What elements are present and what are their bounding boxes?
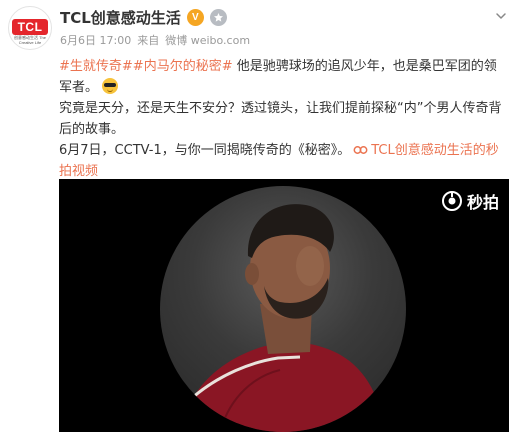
post-text-3: 6月7日，CCTV-1，与你一同揭晓传奇的《秘密》。 bbox=[59, 143, 351, 158]
verified-v-icon[interactable]: V bbox=[186, 8, 204, 26]
miaopai-brand: 秒拍 bbox=[441, 189, 499, 213]
post-source[interactable]: 微博 weibo.com bbox=[165, 32, 250, 48]
video-frame bbox=[160, 186, 406, 432]
avatar[interactable]: TCL 创意感动生活 The Creative Life bbox=[8, 6, 52, 50]
miaopai-brand-name: 秒拍 bbox=[466, 193, 499, 212]
post-line-2: 究竟是天分，还是天生不安分？透过镜头，让我们提前探秘“内”个男人传奇背后的故事。 bbox=[59, 101, 502, 137]
avatar-tagline: 创意感动生活 The Creative Life bbox=[13, 35, 46, 45]
post-time[interactable]: 6月6日 17:00 bbox=[60, 32, 131, 48]
chevron-down-icon[interactable] bbox=[495, 10, 507, 22]
player-portrait-image bbox=[180, 204, 386, 432]
weibo-post: TCL 创意感动生活 The Creative Life TCL创意感动生活 V… bbox=[0, 0, 521, 432]
miaopai-logo-icon bbox=[441, 191, 462, 211]
source-prefix: 来自 bbox=[137, 34, 160, 47]
avatar-logo: TCL bbox=[12, 19, 48, 35]
author-name[interactable]: TCL创意感动生活 bbox=[60, 7, 181, 28]
vip-badge-icon[interactable] bbox=[209, 8, 227, 26]
author-row: TCL创意感动生活 V bbox=[60, 6, 227, 28]
vip-badge-glyph bbox=[213, 12, 223, 22]
post-line-3: 6月7日，CCTV-1，与你一同揭晓传奇的《秘密》。 TCL创意感动生活的秒拍视… bbox=[59, 140, 509, 182]
post-line-1: #生就传奇##内马尔的秘密# 他是驰骋球场的追风少年，也是桑巴军团的领军者。 bbox=[59, 56, 509, 98]
post-meta: 6月6日 17:00 来自 微博 weibo.com bbox=[60, 32, 250, 48]
hashtag-1[interactable]: #生就传奇# bbox=[59, 59, 133, 74]
video-player[interactable]: 秒拍 bbox=[59, 179, 509, 432]
emoji-sunglasses-icon bbox=[102, 78, 119, 94]
hashtag-2[interactable]: #内马尔的秘密# bbox=[133, 59, 233, 74]
video-link-icon[interactable] bbox=[353, 142, 368, 157]
post-content: #生就传奇##内马尔的秘密# 他是驰骋球场的追风少年，也是桑巴军团的领军者。 究… bbox=[59, 56, 509, 182]
